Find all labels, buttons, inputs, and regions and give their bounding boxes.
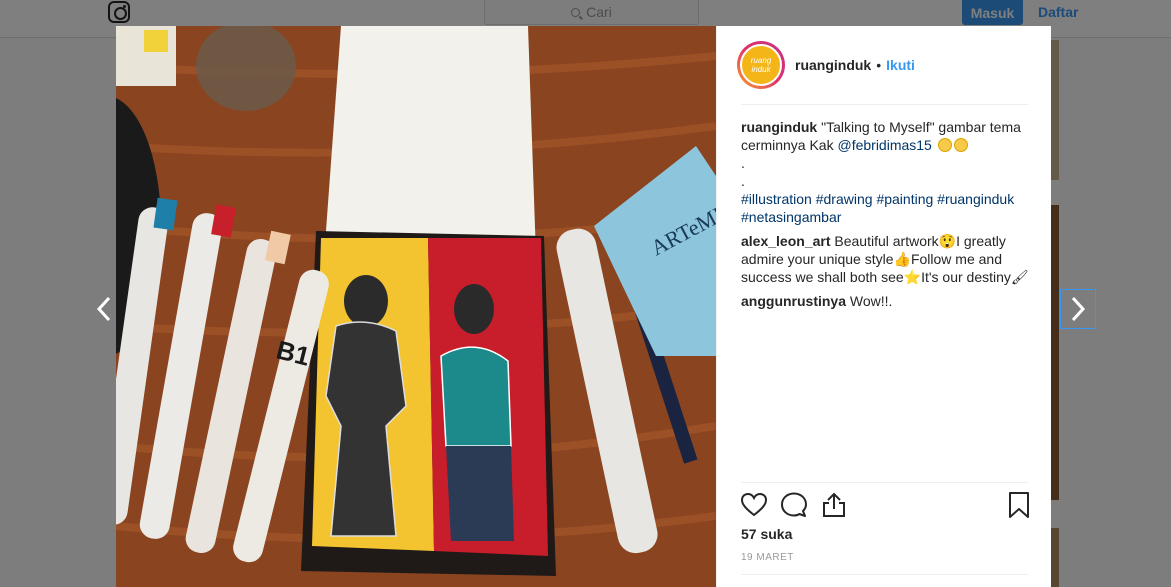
separator-dot: •	[876, 57, 882, 73]
smile-emoji-icon	[953, 138, 968, 152]
avatar[interactable]: ruang induk	[737, 41, 785, 89]
avatar-logo-text: ruang induk	[740, 44, 782, 86]
hashtag-link[interactable]: #illustration	[741, 191, 812, 207]
hashtag-link[interactable]: #painting	[876, 191, 933, 207]
post-username[interactable]: ruanginduk	[795, 57, 871, 73]
divider	[741, 482, 1028, 483]
caption-dot: .	[741, 155, 745, 171]
next-post-button[interactable]	[1060, 289, 1096, 329]
likes-count[interactable]: 57 suka	[741, 526, 792, 542]
post-header: ruang induk ruanginduk • Ikuti	[717, 26, 1052, 104]
post-photo[interactable]: B1 ARTeMIS	[116, 26, 716, 587]
comment-text: Wow!!.	[849, 293, 893, 309]
heart-icon[interactable]	[741, 492, 767, 518]
caption-dot: .	[741, 173, 745, 189]
post-sidebar: ruang induk ruanginduk • Ikuti ruangindu…	[716, 26, 1051, 587]
hashtag-link[interactable]: #ruanginduk	[937, 191, 1014, 207]
chevron-right-icon	[1071, 296, 1086, 322]
comments-list: ruanginduk "Talking to Myself" gambar te…	[741, 118, 1031, 316]
hashtag-link[interactable]: #netasingambar	[741, 209, 841, 225]
bookmark-icon[interactable]	[1006, 492, 1032, 518]
caption-author[interactable]: ruanginduk	[741, 119, 817, 135]
action-bar	[741, 492, 1029, 520]
comment-icon[interactable]	[781, 492, 807, 518]
hashtag-link[interactable]: #drawing	[816, 191, 873, 207]
comment-author[interactable]: anggunrustinya	[741, 293, 846, 309]
share-icon[interactable]	[821, 492, 847, 518]
comment-author[interactable]: alex_leon_art	[741, 233, 831, 249]
smile-emoji-icon	[937, 138, 952, 152]
post-modal: B1 ARTeMIS ruang induk ruanginduk • Ikut…	[116, 26, 1051, 587]
comment-item: alex_leon_art Beautiful artwork😲I greatl…	[741, 232, 1031, 286]
divider	[741, 104, 1028, 105]
caption-mention[interactable]: @febridimas15	[837, 137, 931, 153]
chevron-left-icon	[96, 296, 111, 322]
divider	[741, 574, 1028, 575]
follow-button[interactable]: Ikuti	[886, 57, 915, 73]
caption: ruanginduk "Talking to Myself" gambar te…	[741, 118, 1031, 226]
artwork-photo-illustration: B1 ARTeMIS	[116, 26, 716, 587]
comment-item: anggunrustinya Wow!!.	[741, 292, 1031, 310]
post-date: 19 MARET	[741, 552, 794, 563]
